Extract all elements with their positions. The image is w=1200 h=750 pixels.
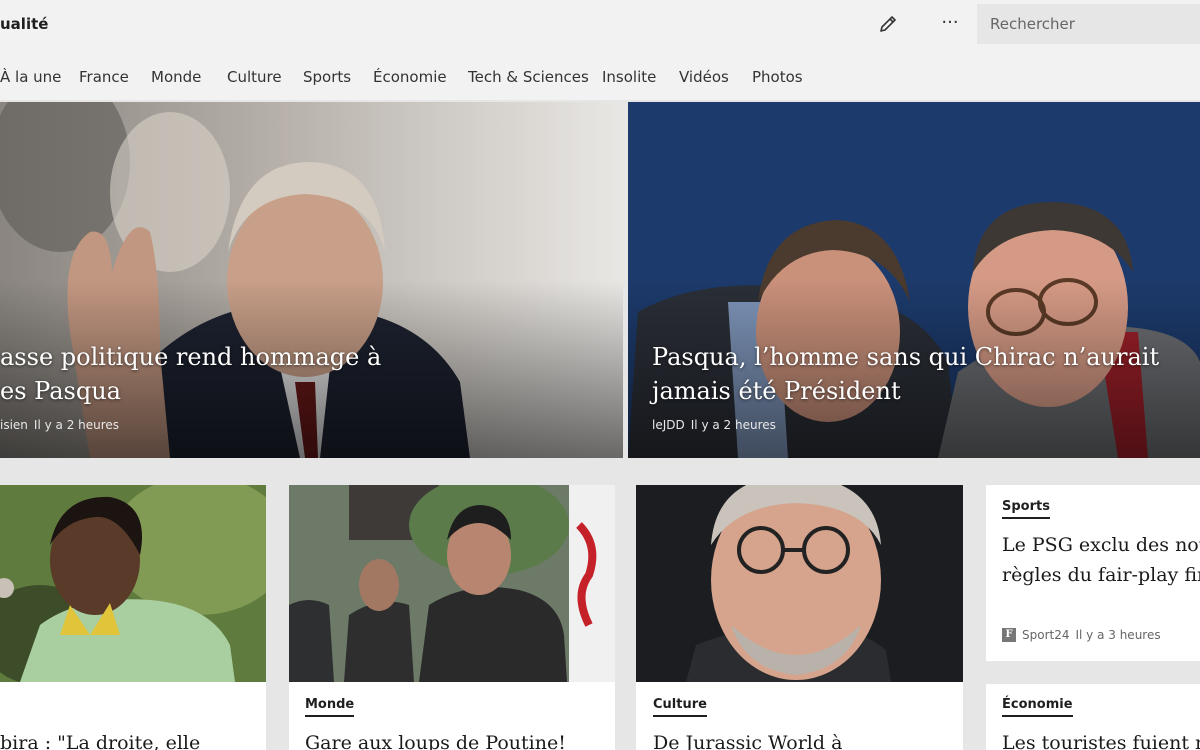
hero-time-2: Il y a 2 heures [690, 418, 776, 432]
hero-title-1-line2: es Pasqua [0, 377, 121, 405]
card-category-5[interactable]: Économie [1002, 697, 1073, 717]
tab-tech-sciences[interactable]: Tech & Sciences [468, 68, 589, 86]
card-image-3 [636, 485, 963, 682]
article-card-5[interactable]: Économie Les touristes fuient m [986, 684, 1200, 750]
hero-source-2: leJDD [652, 418, 685, 432]
hero-title-2-line2: jamais été Président [652, 377, 901, 405]
card-image-2 [289, 485, 615, 682]
card-category-3[interactable]: Culture [653, 697, 707, 717]
card-title-4-line2: règles du fair-play fin [1002, 564, 1200, 586]
card-source-4: F Sport24 Il y a 3 heures [1002, 628, 1161, 642]
tab-monde[interactable]: Monde [151, 68, 201, 86]
card-image-1 [0, 485, 266, 682]
edit-button[interactable] [872, 10, 904, 38]
tab-a-la-une[interactable]: À la une [0, 68, 61, 86]
article-card-4[interactable]: Sports Le PSG exclu des nou règles du fa… [986, 485, 1200, 661]
card-title-1: bira : "La droite, elle [0, 732, 201, 750]
tab-videos[interactable]: Vidéos [679, 68, 729, 86]
hero-meta-1: isien Il y a 2 heures [0, 418, 119, 432]
top-bar: ualité ··· À la une France Monde Culture… [0, 0, 1200, 100]
app-title: ualité [0, 15, 49, 33]
card-title-3: De Jurassic World à [653, 732, 843, 750]
hero-time-1: Il y a 2 heures [33, 418, 120, 432]
tab-insolite[interactable]: Insolite [602, 68, 656, 86]
search-box[interactable] [977, 4, 1200, 44]
card-time-4: Il y a 3 heures [1075, 628, 1161, 642]
article-card-3[interactable]: Culture De Jurassic World à [636, 485, 963, 750]
card-category-2[interactable]: Monde [305, 697, 355, 717]
hero-title-1-line1: asse politique rend hommage à [0, 343, 382, 371]
card-category-4[interactable]: Sports [1002, 499, 1050, 519]
card-title-4-line1: Le PSG exclu des nou [1002, 534, 1200, 556]
hero-article-1[interactable]: asse politique rend hommage à es Pasqua … [0, 102, 623, 458]
hero-source-1: isien [0, 418, 28, 432]
tab-economie[interactable]: Économie [373, 68, 447, 86]
tab-culture[interactable]: Culture [227, 68, 282, 86]
tab-france[interactable]: France [79, 68, 129, 86]
article-card-2[interactable]: Monde Gare aux loups de Poutine! [289, 485, 615, 750]
more-options-button[interactable]: ··· [934, 10, 966, 38]
hero-title-2-line1: Pasqua, l’homme sans qui Chirac n’aurait [652, 343, 1160, 371]
hero-meta-2: leJDD Il y a 2 heures [652, 418, 776, 432]
pencil-icon [880, 16, 896, 32]
tab-sports[interactable]: Sports [303, 68, 351, 86]
card-title-5: Les touristes fuient m [1002, 732, 1200, 750]
card-source-name-4: Sport24 [1022, 628, 1070, 642]
article-card-1[interactable]: bira : "La droite, elle [0, 485, 266, 750]
card-title-2: Gare aux loups de Poutine! [305, 732, 566, 750]
tab-photos[interactable]: Photos [752, 68, 803, 86]
search-input[interactable] [977, 4, 1190, 44]
source-logo: F [1002, 628, 1016, 642]
hero-article-2[interactable]: Pasqua, l’homme sans qui Chirac n’aurait… [628, 102, 1200, 458]
